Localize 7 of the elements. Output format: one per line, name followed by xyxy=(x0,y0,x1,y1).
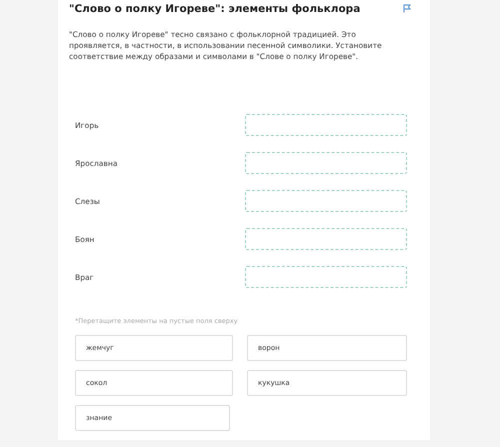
drop-zone[interactable] xyxy=(245,266,407,288)
drop-zone[interactable] xyxy=(245,114,407,136)
flag-icon[interactable] xyxy=(403,4,411,13)
drop-zone[interactable] xyxy=(245,190,407,212)
drop-zone[interactable] xyxy=(245,228,407,250)
drop-zone[interactable] xyxy=(245,152,407,174)
task-title: "Слово о полку Игореве": элементы фольклора xyxy=(69,2,360,15)
